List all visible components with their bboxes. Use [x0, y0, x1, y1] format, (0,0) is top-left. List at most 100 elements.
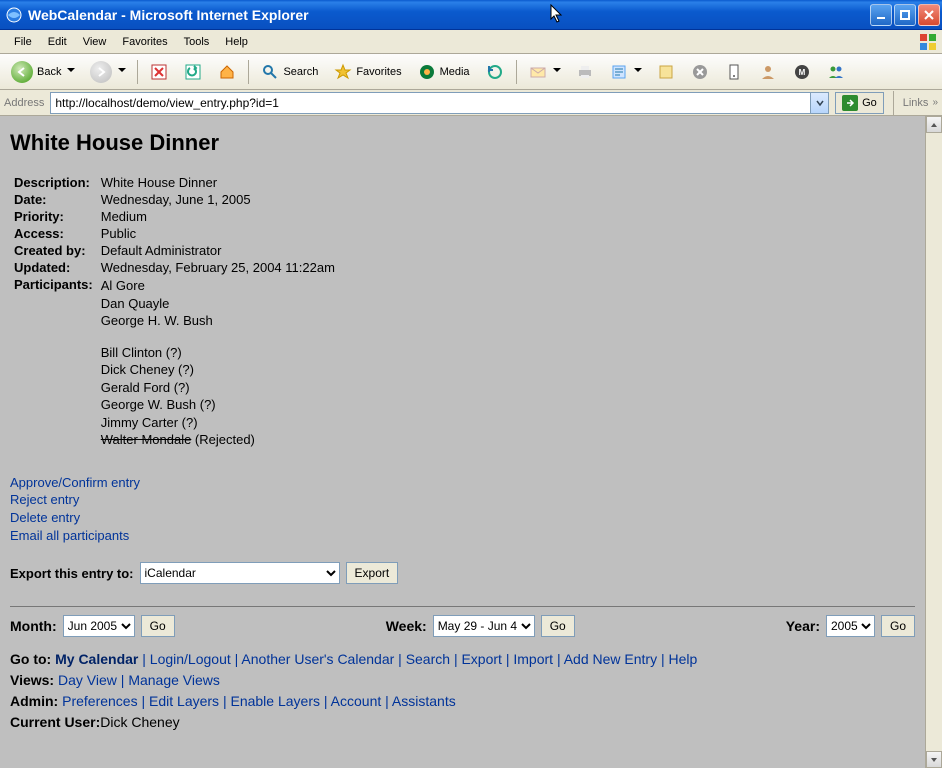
menu-edit[interactable]: Edit [40, 33, 75, 51]
address-dropdown-icon[interactable] [810, 93, 828, 113]
approve-entry-link[interactable]: Approve/Confirm entry [10, 474, 915, 492]
scroll-track[interactable] [926, 133, 942, 751]
row-updated: Updated: Wednesday, February 25, 2004 11… [10, 259, 339, 276]
month-select[interactable]: Jun 2005 [63, 615, 135, 637]
go-label: Go [862, 97, 877, 109]
mail-button[interactable] [522, 58, 567, 86]
enable-layers-link[interactable]: Enable Layers [230, 693, 320, 709]
footer-admin-line: Admin: Preferences | Edit Layers | Enabl… [10, 691, 915, 712]
day-view-link[interactable]: Day View [58, 672, 117, 688]
my-calendar-link[interactable]: My Calendar [55, 651, 138, 667]
edit-dropdown-icon[interactable] [634, 68, 641, 75]
preferences-link[interactable]: Preferences [62, 693, 137, 709]
week-go-button[interactable]: Go [541, 615, 575, 637]
back-label: Back [37, 66, 61, 78]
mail-dropdown-icon[interactable] [553, 68, 560, 75]
menu-tools[interactable]: Tools [176, 33, 218, 51]
footer-search-link[interactable]: Search [406, 651, 450, 667]
scroll-down-button[interactable] [926, 751, 942, 768]
account-link[interactable]: Account [331, 693, 382, 709]
back-button[interactable]: Back [4, 58, 81, 86]
address-combo[interactable] [50, 92, 829, 114]
edit-doc-icon [610, 63, 628, 81]
menu-favorites[interactable]: Favorites [114, 33, 175, 51]
discuss-button[interactable] [650, 58, 682, 86]
participant: Dan Quayle [101, 295, 335, 313]
go-arrow-icon [842, 95, 858, 111]
year-go-button[interactable]: Go [881, 615, 915, 637]
home-button[interactable] [211, 58, 243, 86]
month-nav: Month: Jun 2005 Go [10, 615, 175, 637]
ie-app-icon [6, 7, 22, 23]
participant-pending: George W. Bush (?) [101, 396, 335, 414]
search-button[interactable]: Search [254, 58, 325, 86]
footer-export-link[interactable]: Export [461, 651, 501, 667]
another-user-link[interactable]: Another User's Calendar [241, 651, 394, 667]
unknown-device-button[interactable] [718, 58, 750, 86]
refresh-icon [184, 63, 202, 81]
footer-import-link[interactable]: Import [513, 651, 553, 667]
favorites-button[interactable]: Favorites [327, 58, 408, 86]
forward-dropdown-icon[interactable] [118, 68, 125, 75]
refresh-button[interactable] [177, 58, 209, 86]
reject-entry-link[interactable]: Reject entry [10, 491, 915, 509]
home-icon [218, 63, 236, 81]
delete-entry-link[interactable]: Delete entry [10, 509, 915, 527]
window-title: WebCalendar - Microsoft Internet Explore… [28, 7, 870, 23]
export-button[interactable]: Export [346, 562, 399, 584]
maximize-button[interactable] [894, 4, 916, 26]
go-button[interactable]: Go [835, 92, 884, 114]
label-description: Description: [10, 174, 97, 191]
edit-button[interactable] [603, 58, 648, 86]
unknown-x-button[interactable] [684, 58, 716, 86]
entry-actions: Approve/Confirm entry Reject entry Delet… [10, 474, 915, 544]
print-button[interactable] [569, 58, 601, 86]
year-select[interactable]: 2005 [826, 615, 875, 637]
close-button[interactable] [918, 4, 940, 26]
menu-view[interactable]: View [75, 33, 115, 51]
email-participants-link[interactable]: Email all participants [10, 527, 915, 545]
messenger-button[interactable] [752, 58, 784, 86]
vertical-scrollbar[interactable] [925, 116, 942, 768]
scroll-up-button[interactable] [926, 116, 942, 133]
menubar: File Edit View Favorites Tools Help [0, 30, 942, 54]
month-go-button[interactable]: Go [141, 615, 175, 637]
year-label: Year: [786, 618, 820, 634]
links-toolbar[interactable]: Links » [903, 97, 938, 109]
admin-label: Admin: [10, 693, 58, 709]
stop-button[interactable] [143, 58, 175, 86]
value-updated: Wednesday, February 25, 2004 11:22am [97, 259, 339, 276]
minimize-button[interactable] [870, 4, 892, 26]
menu-file[interactable]: File [6, 33, 40, 51]
manage-views-link[interactable]: Manage Views [128, 672, 220, 688]
windows-flag-icon [918, 32, 938, 52]
label-createdby: Created by: [10, 242, 97, 259]
add-entry-link[interactable]: Add New Entry [564, 651, 657, 667]
export-format-select[interactable]: iCalendar [140, 562, 340, 584]
label-participants: Participants: [10, 276, 97, 450]
edit-layers-link[interactable]: Edit Layers [149, 693, 219, 709]
forward-button[interactable] [83, 58, 132, 86]
footer-help-link[interactable]: Help [669, 651, 698, 667]
year-nav: Year: 2005 Go [786, 615, 915, 637]
chevron-right-icon[interactable]: » [932, 97, 938, 108]
views-label: Views: [10, 672, 54, 688]
menu-help[interactable]: Help [217, 33, 256, 51]
week-select[interactable]: May 29 - Jun 4 [433, 615, 535, 637]
page-content: White House Dinner Description: White Ho… [0, 116, 925, 768]
people-button[interactable] [820, 58, 852, 86]
back-dropdown-icon[interactable] [67, 68, 74, 75]
label-priority: Priority: [10, 208, 97, 225]
address-input[interactable] [51, 96, 810, 110]
footer-goto-line: Go to: My Calendar | Login/Logout | Anot… [10, 649, 915, 670]
current-user-value: Dick Cheney [100, 714, 179, 730]
history-button[interactable] [479, 58, 511, 86]
login-link[interactable]: Login/Logout [150, 651, 231, 667]
toolbar-separator [137, 60, 138, 84]
week-label: Week: [386, 618, 427, 634]
mcafee-button[interactable]: M [786, 58, 818, 86]
address-label: Address [4, 97, 44, 109]
media-button[interactable]: Media [411, 58, 477, 86]
assistants-link[interactable]: Assistants [392, 693, 456, 709]
value-access: Public [97, 225, 339, 242]
